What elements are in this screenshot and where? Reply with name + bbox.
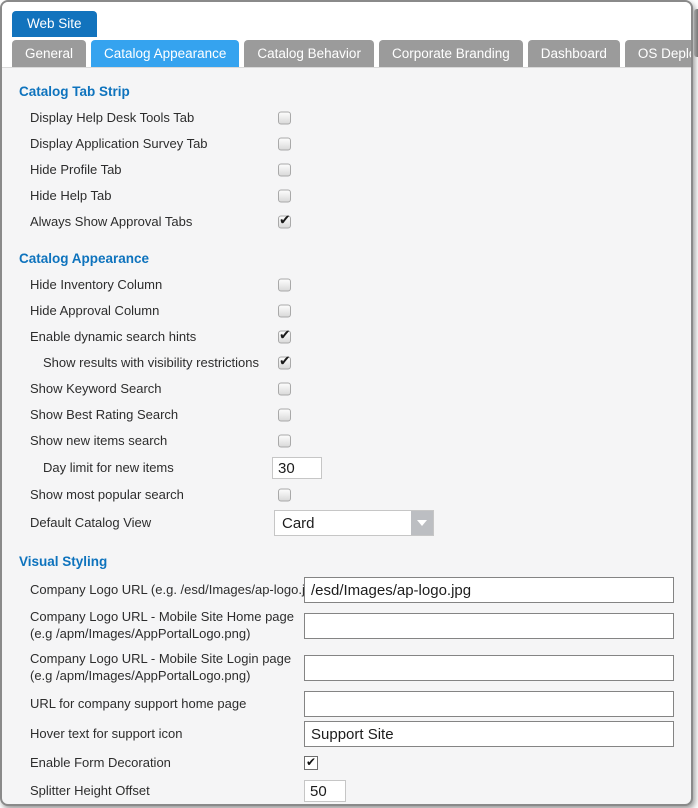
field-label: Splitter Height Offset: [30, 783, 150, 800]
row-hide-help-tab: Hide Help Tab: [2, 183, 691, 209]
input-company-logo-url-mobile-site-login-page[interactable]: [304, 655, 674, 681]
row-enable-dynamic-search-hints: Enable dynamic search hints: [2, 324, 691, 350]
row-hover-text-for-support-icon: Hover text for support icon: [2, 719, 691, 749]
checkbox-show-best-rating-search[interactable]: [278, 409, 291, 422]
field-label: Display Help Desk Tools Tab: [30, 110, 194, 127]
checkbox-show-new-items-search[interactable]: [278, 435, 291, 448]
row-company-logo-url-mobile-site-home-page: Company Logo URL - Mobile Site Home page…: [2, 605, 691, 647]
tab-os-deployment[interactable]: OS Deployment: [625, 40, 693, 67]
checkbox-hide-inventory-column[interactable]: [278, 279, 291, 292]
row-show-results-with-visibility-restrictions: Show results with visibility restriction…: [2, 350, 691, 376]
tab-corporate-branding[interactable]: Corporate Branding: [379, 40, 523, 67]
checkbox-display-help-desk-tools-tab[interactable]: [278, 112, 291, 125]
checkbox-always-show-approval-tabs[interactable]: [278, 216, 291, 229]
input-company-logo-url-mobile-site-home-page[interactable]: [304, 613, 674, 639]
checkbox-enable-dynamic-search-hints[interactable]: [278, 331, 291, 344]
row-url-for-company-support-home-page: URL for company support home page: [2, 689, 691, 719]
field-label: Default Catalog View: [30, 515, 151, 532]
row-default-catalog-view: Default Catalog View Card: [2, 508, 691, 538]
tab-dashboard[interactable]: Dashboard: [528, 40, 620, 67]
row-show-best-rating-search: Show Best Rating Search: [2, 402, 691, 428]
field-label: Hide Profile Tab: [30, 162, 122, 179]
field-label: Show Best Rating Search: [30, 407, 178, 424]
field-label: Show Keyword Search: [30, 381, 162, 398]
input-url-for-company-support-home-page[interactable]: [304, 691, 674, 717]
row-enable-form-decoration: Enable Form Decoration: [2, 749, 691, 777]
checkbox-show-most-popular-search[interactable]: [278, 489, 291, 502]
row-show-new-items-search: Show new items search: [2, 428, 691, 454]
field-label: Company Logo URL - Mobile Site Home page…: [30, 609, 294, 643]
tabs-area: Web Site GeneralCatalog AppearanceCatalo…: [2, 2, 691, 68]
checkbox-display-application-survey-tab[interactable]: [278, 138, 291, 151]
dropdown-default-catalog-view[interactable]: Card: [274, 510, 434, 536]
input-hover-text-for-support-icon[interactable]: [304, 721, 674, 747]
input-splitter-height-offset[interactable]: [304, 780, 346, 802]
field-label: Show new items search: [30, 433, 167, 450]
tab-catalog-appearance[interactable]: Catalog Appearance: [91, 40, 239, 67]
tab-general[interactable]: General: [12, 40, 86, 67]
section-title-visual-styling: Visual Styling: [19, 554, 691, 569]
field-label: Show results with visibility restriction…: [43, 355, 259, 372]
field-label: Always Show Approval Tabs: [30, 214, 192, 231]
section-title-catalog-tab-strip: Catalog Tab Strip: [19, 84, 691, 99]
row-display-application-survey-tab: Display Application Survey Tab: [2, 131, 691, 157]
row-splitter-height-offset: Splitter Height Offset: [2, 777, 691, 805]
checkbox-hide-profile-tab[interactable]: [278, 164, 291, 177]
chevron-down-icon: [417, 520, 427, 526]
row-hide-inventory-column: Hide Inventory Column: [2, 272, 691, 298]
row-show-keyword-search: Show Keyword Search: [2, 376, 691, 402]
field-label: Hide Help Tab: [30, 188, 111, 205]
tab-catalog-behavior[interactable]: Catalog Behavior: [244, 40, 374, 67]
field-label: Hide Inventory Column: [30, 277, 162, 294]
checkbox-show-results-with-visibility-restrictions[interactable]: [278, 357, 291, 370]
field-label: Day limit for new items: [43, 460, 174, 477]
field-label: Hide Approval Column: [30, 303, 159, 320]
row-show-most-popular-search: Show most popular search: [2, 482, 691, 508]
settings-content: Catalog Tab Strip Display Help Desk Tools…: [2, 84, 691, 805]
section-title-catalog-appearance: Catalog Appearance: [19, 251, 691, 266]
settings-window: Web Site GeneralCatalog AppearanceCatalo…: [0, 0, 693, 806]
input-day-limit-for-new-items[interactable]: [272, 457, 322, 479]
dropdown-arrow-button[interactable]: [411, 511, 433, 535]
row-always-show-approval-tabs: Always Show Approval Tabs: [2, 209, 691, 235]
field-label: Hover text for support icon: [30, 726, 182, 743]
row-company-logo-url-e-g-esd-images-ap-logo-jpg: Company Logo URL (e.g. /esd/Images/ap-lo…: [2, 575, 691, 605]
tab-strip: GeneralCatalog AppearanceCatalog Behavio…: [2, 40, 691, 68]
vertical-scrollbar-thumb[interactable]: [694, 9, 698, 57]
checkbox-hide-approval-column[interactable]: [278, 305, 291, 318]
checkbox-enable-form-decoration[interactable]: [304, 756, 318, 770]
row-day-limit-for-new-items: Day limit for new items: [2, 454, 691, 482]
field-label: Company Logo URL - Mobile Site Login pag…: [30, 651, 291, 685]
checkbox-hide-help-tab[interactable]: [278, 190, 291, 203]
field-label: Company Logo URL (e.g. /esd/Images/ap-lo…: [30, 582, 324, 599]
row-display-help-desk-tools-tab: Display Help Desk Tools Tab: [2, 105, 691, 131]
row-company-logo-url-mobile-site-login-page: Company Logo URL - Mobile Site Login pag…: [2, 647, 691, 689]
field-label: URL for company support home page: [30, 696, 246, 713]
field-label: Enable dynamic search hints: [30, 329, 196, 346]
checkbox-show-keyword-search[interactable]: [278, 383, 291, 396]
field-label: Display Application Survey Tab: [30, 136, 208, 153]
tab-web-site[interactable]: Web Site: [12, 11, 97, 37]
dropdown-selected-value: Card: [275, 515, 411, 532]
field-label: Show most popular search: [30, 487, 184, 504]
input-company-logo-url-e-g-esd-images-ap-logo-jpg[interactable]: [304, 577, 674, 603]
row-hide-approval-column: Hide Approval Column: [2, 298, 691, 324]
field-label: Enable Form Decoration: [30, 755, 171, 772]
row-hide-profile-tab: Hide Profile Tab: [2, 157, 691, 183]
